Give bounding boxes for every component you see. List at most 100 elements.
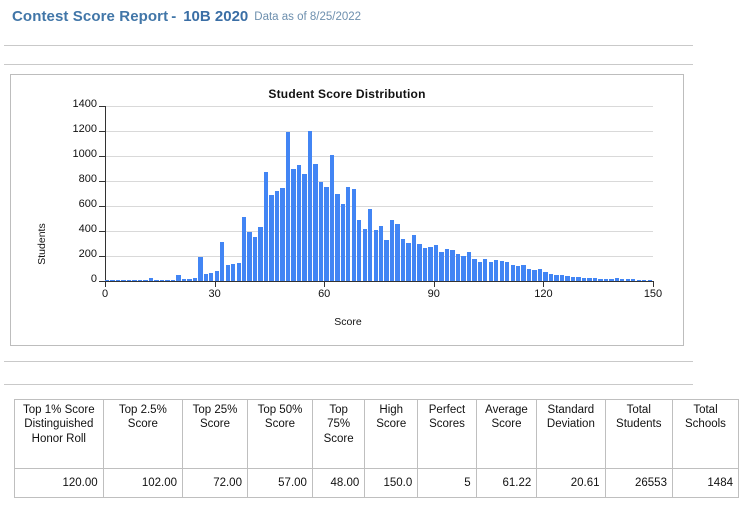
histogram-bar xyxy=(576,277,580,281)
col-header-top-1-percent: Top 1% Score Distinguished Honor Roll xyxy=(15,400,104,469)
y-axis-tick-label: 600 xyxy=(35,198,97,210)
histogram-bar xyxy=(554,275,558,281)
histogram-bar xyxy=(434,245,438,281)
histogram-bar xyxy=(423,248,427,281)
histogram-bar xyxy=(237,263,241,281)
x-axis-tick xyxy=(543,281,544,287)
y-axis-tick-label: 1400 xyxy=(35,98,97,110)
histogram-bar xyxy=(149,278,153,281)
cell-perfect-scores: 5 xyxy=(418,469,476,498)
histogram-bar xyxy=(609,279,613,282)
histogram-bar xyxy=(258,227,262,281)
histogram-bar xyxy=(582,278,586,282)
histogram-bar xyxy=(291,169,295,282)
table-row: 120.00 102.00 72.00 57.00 48.00 150.0 5 … xyxy=(15,469,739,498)
histogram-bar xyxy=(308,131,312,281)
col-header-perfect-scores: Perfect Scores xyxy=(418,400,476,469)
histogram-bar xyxy=(165,280,169,281)
histogram-bar xyxy=(313,164,317,282)
histogram-bar xyxy=(500,261,504,281)
x-axis-tick-label: 150 xyxy=(633,288,673,300)
histogram-bar xyxy=(335,194,339,282)
histogram-bar xyxy=(160,280,164,281)
histogram-bar xyxy=(352,189,356,282)
x-axis-tick-label: 90 xyxy=(414,288,454,300)
cell-standard-deviation: 20.61 xyxy=(537,469,605,498)
histogram-bar xyxy=(521,265,525,281)
histogram-bar xyxy=(121,280,125,281)
histogram-bar xyxy=(247,232,251,281)
histogram-bar xyxy=(516,266,520,281)
histogram-bar xyxy=(198,257,202,281)
histogram-bar xyxy=(110,280,114,281)
histogram-bar xyxy=(220,242,224,281)
col-header-standard-deviation: Standard Deviation xyxy=(537,400,605,469)
col-header-total-students: Total Students xyxy=(605,400,672,469)
histogram-bar xyxy=(154,280,158,281)
histogram-bar xyxy=(171,280,175,281)
x-axis-tick-label: 60 xyxy=(304,288,344,300)
histogram-bar xyxy=(368,209,372,282)
cell-top-50-percent: 57.00 xyxy=(247,469,312,498)
x-axis-tick xyxy=(215,281,216,287)
histogram-bar xyxy=(275,191,279,281)
histogram-bar xyxy=(143,280,147,281)
cell-total-students: 26553 xyxy=(605,469,672,498)
y-axis-tick-label: 800 xyxy=(35,173,97,185)
histogram-bar xyxy=(483,259,487,282)
x-axis-title: Score xyxy=(11,316,685,328)
histogram-bar xyxy=(242,217,246,281)
histogram-bar xyxy=(209,273,213,281)
histogram-bar xyxy=(412,235,416,281)
histogram-bar xyxy=(341,204,345,282)
histogram-bar xyxy=(598,279,602,282)
histogram-bar xyxy=(461,256,465,281)
statistics-table: Top 1% Score Distinguished Honor Roll To… xyxy=(14,399,739,498)
histogram-bar xyxy=(439,252,443,281)
histogram-bar xyxy=(127,280,131,281)
histogram-bar xyxy=(324,187,328,281)
histogram-bar xyxy=(215,271,219,281)
histogram-bar xyxy=(560,275,564,281)
histogram-bar xyxy=(593,278,597,281)
col-header-top-2-5-percent: Top 2.5% Score xyxy=(103,400,182,469)
histogram-bar xyxy=(363,229,367,282)
y-axis-tick-label: 1200 xyxy=(35,123,97,135)
histogram-bar xyxy=(193,278,197,281)
y-axis-tick-label: 1000 xyxy=(35,148,97,160)
contest-name: 10B 2020 xyxy=(179,8,248,25)
col-header-top-75-percent: Top 75% Score xyxy=(312,400,364,469)
histogram-bar xyxy=(390,220,394,281)
page-title: Contest Score Report xyxy=(12,8,168,25)
histogram-bar xyxy=(116,280,120,281)
histogram-bar xyxy=(384,240,388,281)
cell-top-1-percent: 120.00 xyxy=(15,469,104,498)
x-axis-tick-label: 0 xyxy=(85,288,125,300)
cell-top-75-percent: 48.00 xyxy=(312,469,364,498)
chart-plot-wrapper: Students Score 0200400600800100012001400… xyxy=(11,75,685,347)
histogram-bar xyxy=(637,280,641,281)
histogram-bar xyxy=(138,280,142,281)
x-axis-line xyxy=(105,281,654,282)
histogram-bar xyxy=(648,280,652,281)
histogram-bar xyxy=(527,269,531,282)
histogram-bar xyxy=(132,280,136,281)
histogram-bar xyxy=(538,269,542,281)
histogram-bar xyxy=(406,243,410,281)
histogram-bar xyxy=(489,262,493,281)
histogram-bar xyxy=(543,272,547,281)
histogram-bar xyxy=(467,252,471,281)
histogram-bar xyxy=(231,264,235,281)
histogram-bar xyxy=(264,172,268,281)
histogram-bar xyxy=(478,262,482,281)
histogram-bar xyxy=(269,195,273,281)
x-axis-tick xyxy=(653,281,654,287)
histogram-bar xyxy=(379,226,383,281)
histogram-bar xyxy=(187,279,191,282)
chart-panel: Student Score Distribution Students Scor… xyxy=(10,74,684,346)
histogram-bar xyxy=(319,182,323,281)
col-header-top-50-percent: Top 50% Score xyxy=(247,400,312,469)
histogram-bar xyxy=(511,265,515,281)
title-separator: - xyxy=(168,8,179,25)
histogram-bar xyxy=(615,278,619,281)
